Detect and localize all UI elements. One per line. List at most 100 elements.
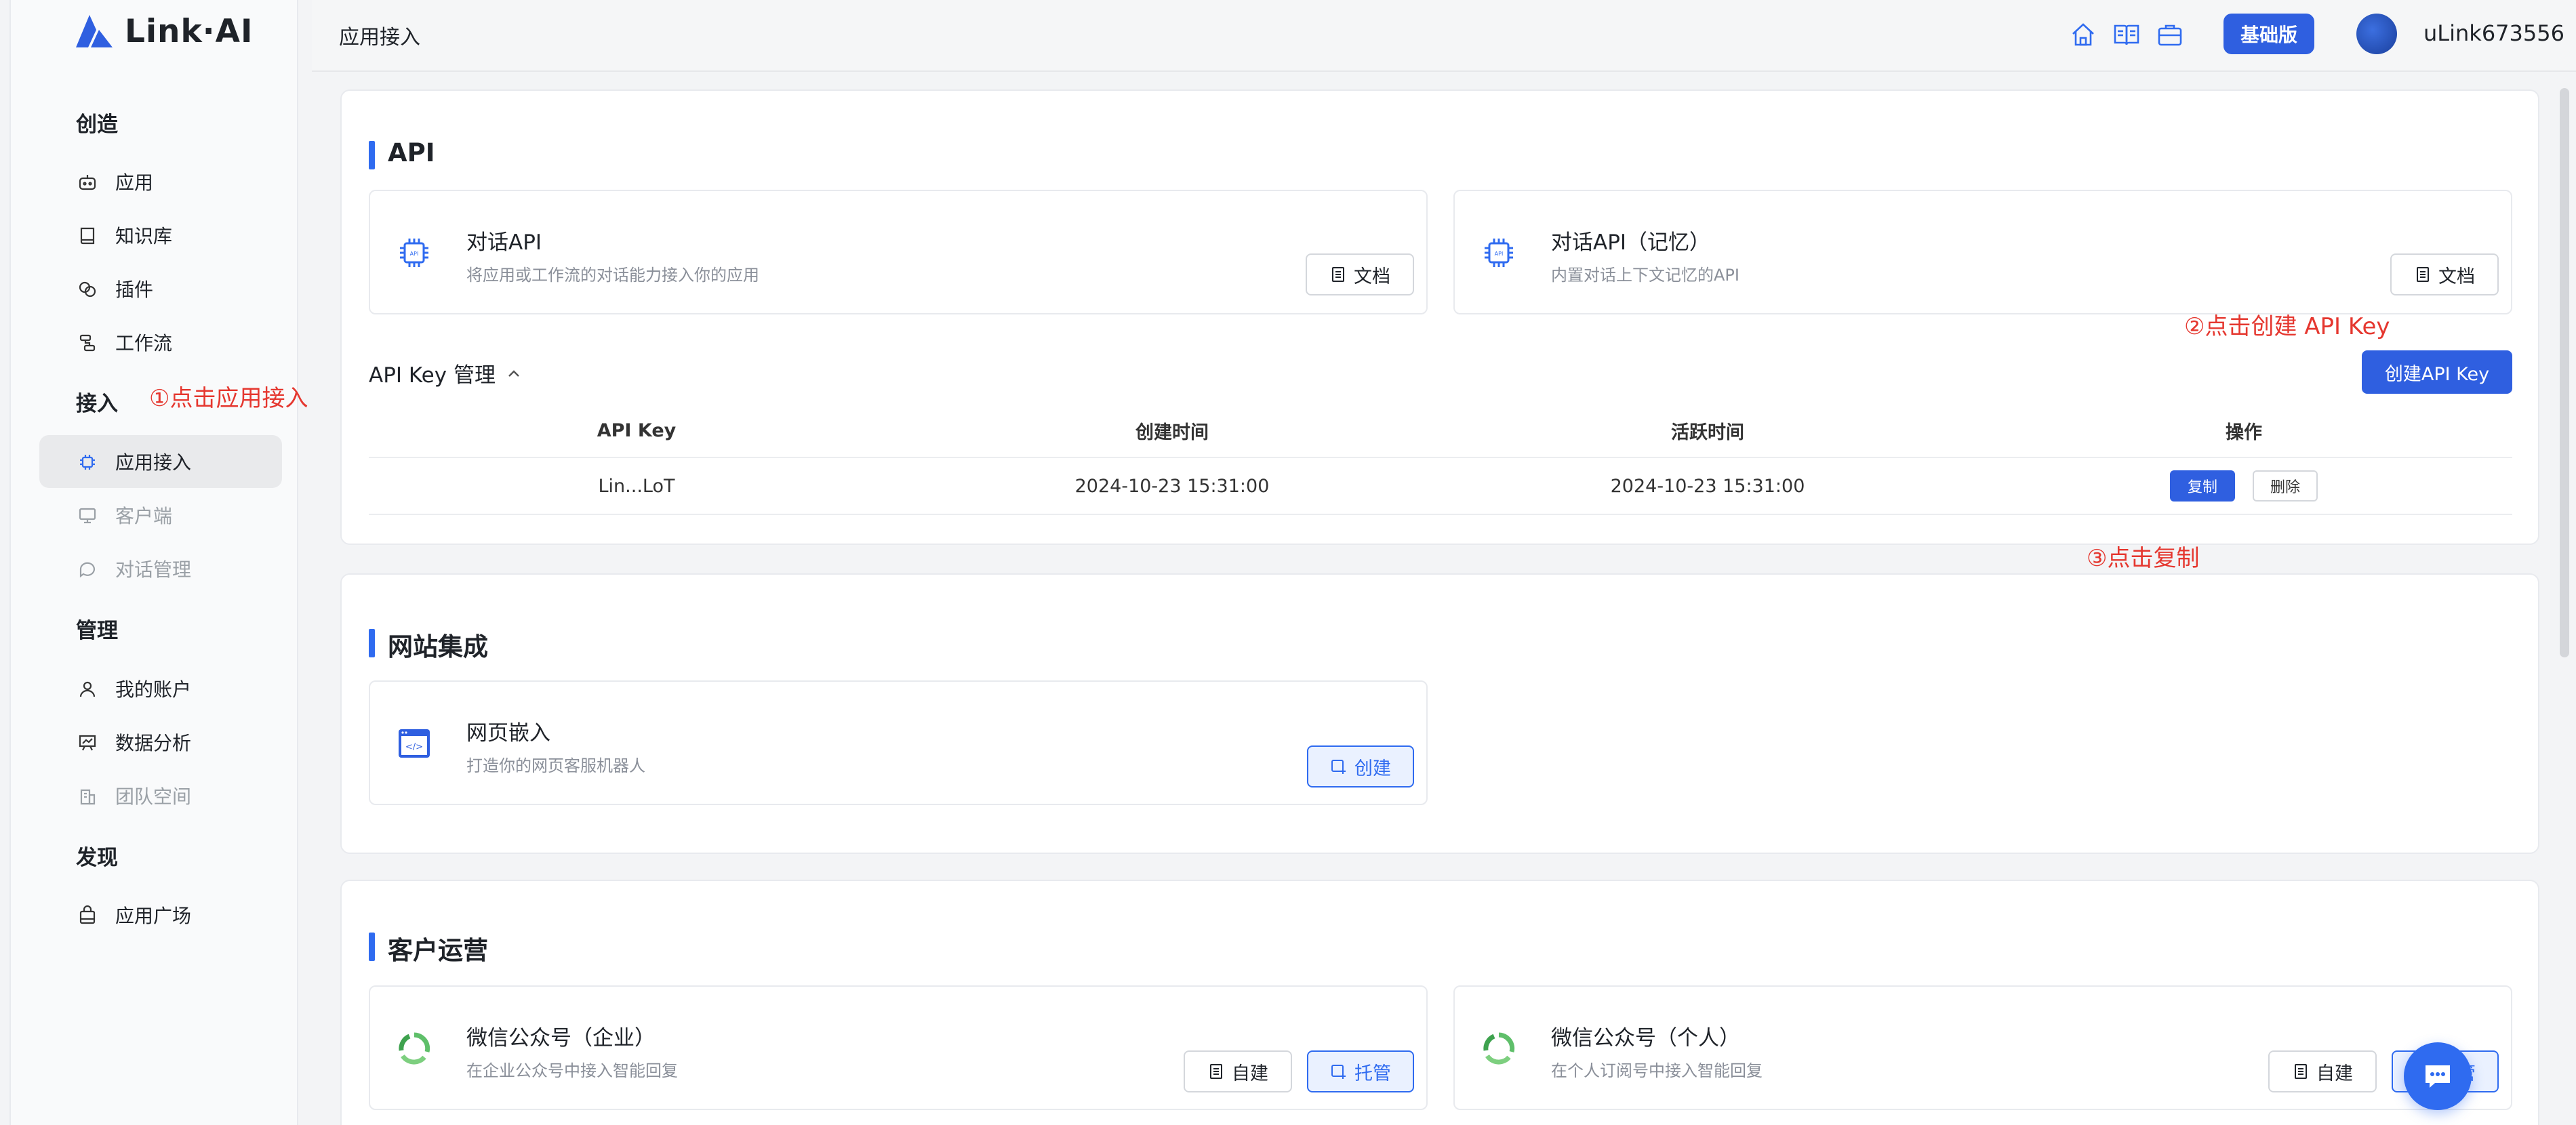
robot-icon: [77, 172, 98, 192]
chat-icon: [2426, 1065, 2450, 1088]
api-key-value: Lin...LoT: [598, 475, 675, 497]
create-button[interactable]: 创建: [1307, 745, 1414, 788]
workflow-icon: [77, 333, 98, 353]
sidebar-item-team[interactable]: 团队空间: [39, 769, 282, 822]
svg-text:API: API: [1495, 251, 1504, 257]
nav-section-manage: 管理: [76, 619, 118, 643]
self-build-button[interactable]: 自建: [2268, 1050, 2377, 1092]
sidebar-item-label: 应用接入: [115, 451, 192, 474]
create-icon: [1331, 1065, 1346, 1079]
chart-icon: [77, 733, 98, 753]
logo[interactable]: Link·AI: [73, 12, 254, 50]
user-icon: [77, 679, 98, 699]
feature-title: 对话API（记忆）: [1551, 230, 1711, 255]
plan-badge-button[interactable]: 基础版: [2223, 14, 2314, 54]
feature-card-web-embed: </> 网页嵌入 打造你的网页客服机器人 创建: [369, 680, 1428, 805]
scrollbar[interactable]: [2560, 88, 2569, 657]
section-title-customer: 客户运营: [369, 930, 488, 966]
api-key-table: API Key 创建时间 活跃时间 操作 Lin...LoT 2024-10-2…: [369, 404, 2512, 515]
sidebar: Link·AI 创造 应用 知识库 插件 工作流 接入 应用接入 客户端 对话管…: [9, 0, 298, 1125]
feature-desc: 内置对话上下文记忆的API: [1551, 266, 1739, 285]
sidebar-item-label: 插件: [115, 279, 154, 301]
feature-card-chat-api-memory: API 对话API（记忆） 内置对话上下文记忆的API 文档: [1453, 190, 2512, 314]
wechat-official-icon: [1479, 1029, 1518, 1068]
logo-icon: [76, 15, 113, 47]
feature-desc: 在个人订阅号中接入智能回复: [1551, 1061, 1763, 1080]
sidebar-item-plugins[interactable]: 插件: [39, 262, 282, 315]
section-title-api: API: [369, 138, 435, 169]
docs-button[interactable]: 文档: [2390, 253, 2499, 295]
button-label: 自建: [2316, 1063, 2353, 1084]
create-icon: [1331, 760, 1346, 774]
svg-text:API: API: [410, 251, 419, 257]
button-label: 创建: [1354, 758, 1391, 779]
sidebar-item-label: 数据分析: [115, 732, 192, 754]
document-icon: [2295, 1064, 2307, 1079]
sidebar-item-label: 应用: [115, 171, 154, 194]
docs-icon[interactable]: [2112, 20, 2141, 49]
sidebar-item-label: 应用广场: [115, 905, 192, 927]
plugin-icon: [77, 279, 98, 300]
create-api-key-button[interactable]: 创建API Key: [2362, 350, 2512, 394]
chip-icon: API: [395, 233, 434, 272]
book-icon: [77, 226, 98, 246]
feature-title: 对话API: [466, 230, 542, 255]
sidebar-item-marketplace[interactable]: 应用广场: [39, 888, 282, 941]
sidebar-item-knowledge[interactable]: 知识库: [39, 209, 282, 262]
username[interactable]: uLink673556: [2423, 20, 2564, 46]
sidebar-item-label: 团队空间: [115, 785, 192, 808]
brand-name: Link·AI: [125, 12, 254, 50]
document-icon: [2417, 267, 2429, 282]
column-header: 活跃时间: [1671, 422, 1744, 443]
column-header: 创建时间: [1135, 422, 1209, 443]
feature-title: 网页嵌入: [466, 721, 550, 745]
wechat-official-icon: [395, 1029, 434, 1068]
sidebar-item-conversations[interactable]: 对话管理: [39, 542, 282, 595]
sidebar-item-apps[interactable]: 应用: [39, 155, 282, 208]
sidebar-item-label: 知识库: [115, 225, 173, 247]
delete-button[interactable]: 删除: [2253, 470, 2318, 502]
sidebar-item-account[interactable]: 我的账户: [39, 662, 282, 715]
sidebar-item-analytics[interactable]: 数据分析: [39, 716, 282, 769]
home-icon[interactable]: [2069, 20, 2097, 49]
sidebar-item-label: 对话管理: [115, 558, 192, 581]
table-row: Lin...LoT 2024-10-23 15:31:00 2024-10-23…: [369, 458, 2512, 515]
api-key-manage-toggle[interactable]: API Key 管理: [369, 358, 523, 388]
active-time: 2024-10-23 15:31:00: [1610, 475, 1805, 497]
sidebar-item-label: 我的账户: [115, 678, 192, 701]
avatar[interactable]: [2356, 14, 2397, 54]
table-header-row: API Key 创建时间 活跃时间 操作: [369, 404, 2512, 458]
customer-operations-section: 客户运营 微信公众号（企业） 在企业公众号中接入智能回复 自建 托管 微信公众号…: [340, 880, 2539, 1125]
annotation-step2: ②点击创建 API Key: [2184, 313, 2390, 340]
hosted-button[interactable]: 托管: [1307, 1050, 1414, 1092]
briefcase-icon[interactable]: [2156, 20, 2184, 49]
button-label: 自建: [1232, 1063, 1268, 1084]
chevron-up-icon: [508, 369, 519, 377]
created-time: 2024-10-23 15:31:00: [1074, 475, 1270, 497]
feature-desc: 打造你的网页客服机器人: [466, 756, 645, 775]
building-icon: [77, 786, 98, 806]
sidebar-item-client[interactable]: 客户端: [39, 489, 282, 541]
column-header: 操作: [2226, 422, 2262, 443]
nav-section-access: 接入: [76, 392, 118, 416]
feature-card-wechat-enterprise: 微信公众号（企业） 在企业公众号中接入智能回复 自建 托管: [369, 985, 1428, 1110]
web-embed-icon: </>: [395, 724, 434, 763]
docs-button[interactable]: 文档: [1306, 253, 1414, 295]
chip-icon: API: [1479, 233, 1518, 272]
sidebar-item-app-access[interactable]: 应用接入: [39, 435, 282, 488]
column-header: API Key: [597, 420, 677, 441]
section-title-web: 网站集成: [369, 626, 488, 663]
monitor-icon: [77, 506, 98, 526]
feature-card-wechat-personal: 微信公众号（个人） 在个人订阅号中接入智能回复 自建 托管: [1453, 985, 2512, 1110]
document-icon: [1210, 1064, 1222, 1079]
button-label: 托管: [1354, 1063, 1391, 1084]
feature-card-chat-api: API 对话API 将应用或工作流的对话能力接入你的应用 文档: [369, 190, 1428, 314]
self-build-button[interactable]: 自建: [1184, 1050, 1292, 1092]
sidebar-item-workflow[interactable]: 工作流: [39, 316, 282, 369]
copy-button[interactable]: 复制: [2170, 470, 2235, 502]
nav-section-discover: 发现: [76, 846, 118, 870]
nav-section-create: 创造: [76, 112, 118, 137]
sidebar-item-label: 客户端: [115, 505, 173, 527]
chat-float-button[interactable]: [2404, 1042, 2472, 1110]
feature-desc: 将应用或工作流的对话能力接入你的应用: [466, 266, 759, 285]
